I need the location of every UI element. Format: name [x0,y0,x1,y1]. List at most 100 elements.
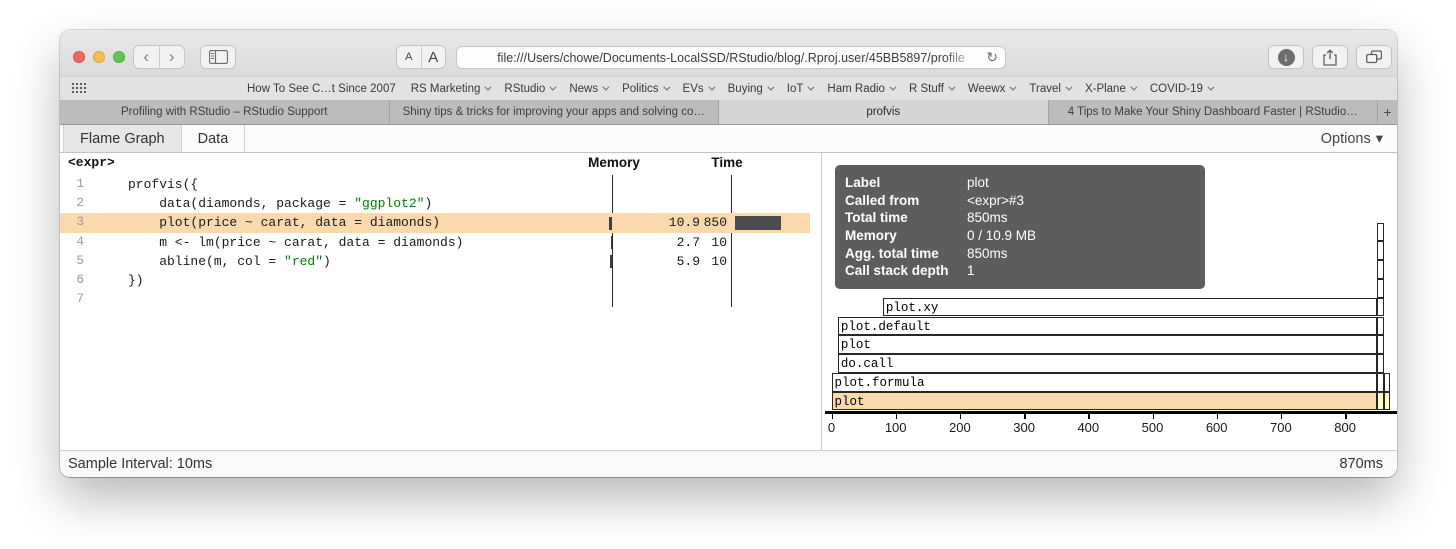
downloads-button[interactable]: ↓ [1268,45,1304,69]
browser-tab[interactable]: Profiling with RStudio – RStudio Support [60,100,390,124]
increase-font-button[interactable]: A [422,49,446,66]
code-line[interactable]: 7 [60,290,810,309]
flame-box[interactable] [1377,354,1383,373]
flame-box[interactable]: plot.formula [832,373,1378,392]
tooltip-row: Call stack depth1 [845,262,1195,280]
time-column-header: Time [697,155,757,175]
flame-box[interactable]: plot.xy [883,298,1377,317]
bookmark-item[interactable]: EVs [683,83,713,95]
bookmark-item[interactable]: News [569,83,607,95]
source-code: abline(m, col = "red") [128,252,331,271]
tab-flame-graph[interactable]: Flame Graph [63,125,182,152]
browser-tab-title: profvis [866,106,900,118]
tab-overview-button[interactable] [1356,45,1392,69]
flame-box[interactable] [1384,373,1390,392]
bookmark-item[interactable]: RS Marketing [411,83,490,95]
flame-box[interactable]: plot [838,335,1377,354]
memory-value: 5.9 [620,252,700,271]
bookmark-item[interactable]: Politics [622,83,667,95]
code-line[interactable]: 3 plot(price ~ carat, data = diamonds)10… [60,213,810,232]
bookmark-label: X-Plane [1085,83,1126,95]
new-tab-button[interactable]: + [1378,100,1397,124]
close-window-button[interactable] [73,51,85,63]
chevron-down-icon [485,84,492,91]
flame-box[interactable] [1384,392,1390,411]
bookmark-item[interactable]: X-Plane [1085,83,1135,95]
share-button[interactable] [1312,45,1348,69]
forward-button[interactable]: › [160,46,185,68]
frequently-visited-grid-icon[interactable] [72,83,87,94]
flame-box[interactable] [1377,335,1383,354]
code-line[interactable]: 4 m <- lm(price ~ carat, data = diamonds… [60,233,810,252]
sidebar-toggle-button[interactable] [200,45,236,69]
axis-tick-label: 200 [940,420,980,435]
flame-box[interactable]: do.call [838,354,1377,373]
bookmark-item[interactable]: R Stuff [909,83,953,95]
memory-bar [611,236,612,249]
axis-tick-label: 700 [1261,420,1301,435]
flame-box[interactable] [1377,298,1383,317]
chevron-down-icon [708,84,715,91]
chevron-down-icon [948,84,955,91]
flame-box[interactable]: plot.default [838,317,1377,336]
bookmarks-bar: How To See C…t Since 2007 RS Marketing RSt… [60,76,1397,100]
browser-tab[interactable]: Shiny tips & tricks for improving your a… [390,100,720,124]
chevron-down-icon [1010,84,1017,91]
bookmark-item[interactable]: Buying [728,83,772,95]
total-time-label: 870ms [1339,456,1383,472]
minimize-window-button[interactable] [93,51,105,63]
tooltip-field-label: Call stack depth [845,262,967,280]
bookmark-item[interactable]: IoT [787,83,813,95]
tab-overview-icon [1366,50,1382,64]
tooltip-field-label: Agg. total time [845,245,967,263]
flame-box[interactable] [1377,241,1383,260]
address-bar[interactable]: file:///Users/chowe/Documents-LocalSSD/R… [456,46,1006,69]
back-button[interactable]: ‹ [134,46,159,68]
tooltip-field-label: Label [845,174,967,192]
x-axis-line [825,411,1397,415]
tooltip-field-value: 850ms [967,209,1008,227]
tooltip-field-label: Called from [845,192,967,210]
tooltip-row: Called from<expr>#3 [845,192,1195,210]
code-line[interactable]: 5 abline(m, col = "red")5.910 [60,252,810,271]
axis-tick [896,414,898,419]
decrease-font-button[interactable]: A [397,51,421,63]
source-code: data(diamonds, package = "ggplot2") [128,194,432,213]
browser-tab[interactable]: 4 Tips to Make Your Shiny Dashboard Fast… [1049,100,1379,124]
code-line[interactable]: 6}) [60,271,810,290]
tooltip-field-value: plot [967,174,989,192]
tab-data[interactable]: Data [182,125,246,152]
axis-tick [1088,414,1090,419]
bookmark-item[interactable]: How To See C…t Since 2007 [247,83,396,95]
time-value: 10 [701,233,727,252]
chevron-down-icon [767,84,774,91]
tooltip-field-label: Total time [845,209,967,227]
bookmark-item[interactable]: Weewx [968,83,1015,95]
source-code: plot(price ~ carat, data = diamonds) [128,213,440,232]
bookmark-item[interactable]: RStudio [504,83,554,95]
flame-box[interactable] [1377,260,1383,279]
flame-box[interactable] [1377,279,1383,298]
line-number: 2 [60,194,84,213]
memory-bar [609,217,612,230]
reload-icon[interactable]: ↻ [986,49,998,66]
bookmark-item[interactable]: Ham Radio [827,83,894,95]
bookmark-item[interactable]: Travel [1029,83,1070,95]
flame-box[interactable]: plot [832,392,1378,411]
bookmark-label: How To See C…t Since 2007 [247,83,396,95]
browser-tab[interactable]: profvis [719,100,1049,124]
options-menu-button[interactable]: Options ▾ [1307,125,1397,152]
bookmark-label: Travel [1029,83,1061,95]
code-line[interactable]: 2 data(diamonds, package = "ggplot2") [60,194,810,213]
download-icon: ↓ [1278,49,1295,66]
bookmark-item[interactable]: COVID-19 [1150,83,1212,95]
code-line[interactable]: 1profvis({ [60,175,810,194]
url-text: file:///Users/chowe/Documents-LocalSSD/R… [497,51,965,65]
zoom-window-button[interactable] [113,51,125,63]
url-fade [943,48,979,69]
code-panel: <expr> Memory Time 1profvis({2 data(diam… [60,153,821,450]
sidebar-icon [209,50,228,64]
flame-box[interactable] [1377,317,1383,336]
flame-box[interactable] [1377,223,1383,242]
line-number: 7 [60,290,84,309]
